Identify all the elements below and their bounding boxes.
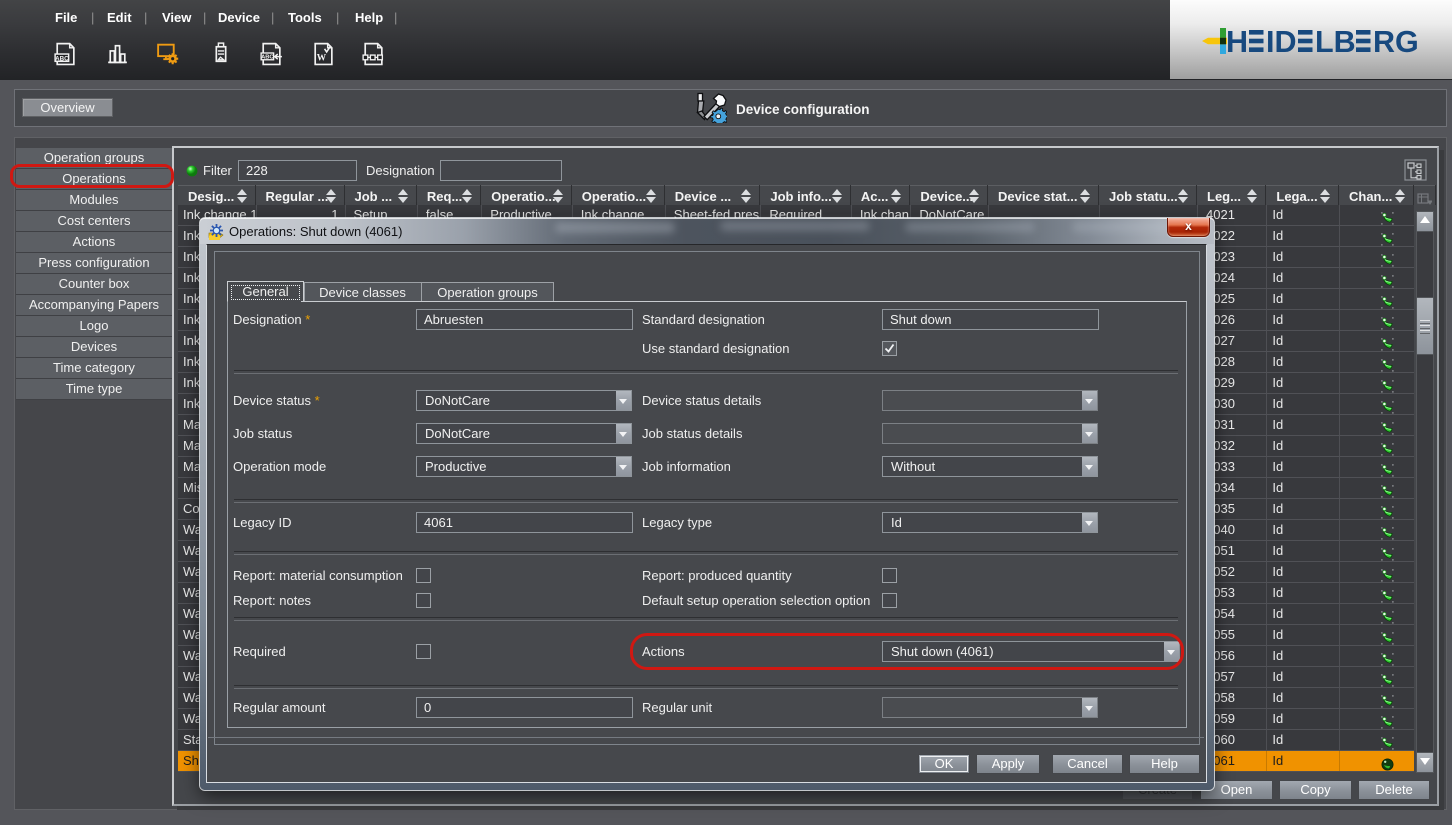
svg-text:LB: LB xyxy=(1315,25,1356,58)
svg-text:H: H xyxy=(1226,25,1248,58)
svg-text:ID: ID xyxy=(1266,25,1297,58)
svg-text:ABC: ABC xyxy=(261,55,273,61)
svg-text:W: W xyxy=(317,53,327,63)
svg-text:ABC: ABC xyxy=(55,55,69,62)
svg-text:RG: RG xyxy=(1373,25,1419,58)
